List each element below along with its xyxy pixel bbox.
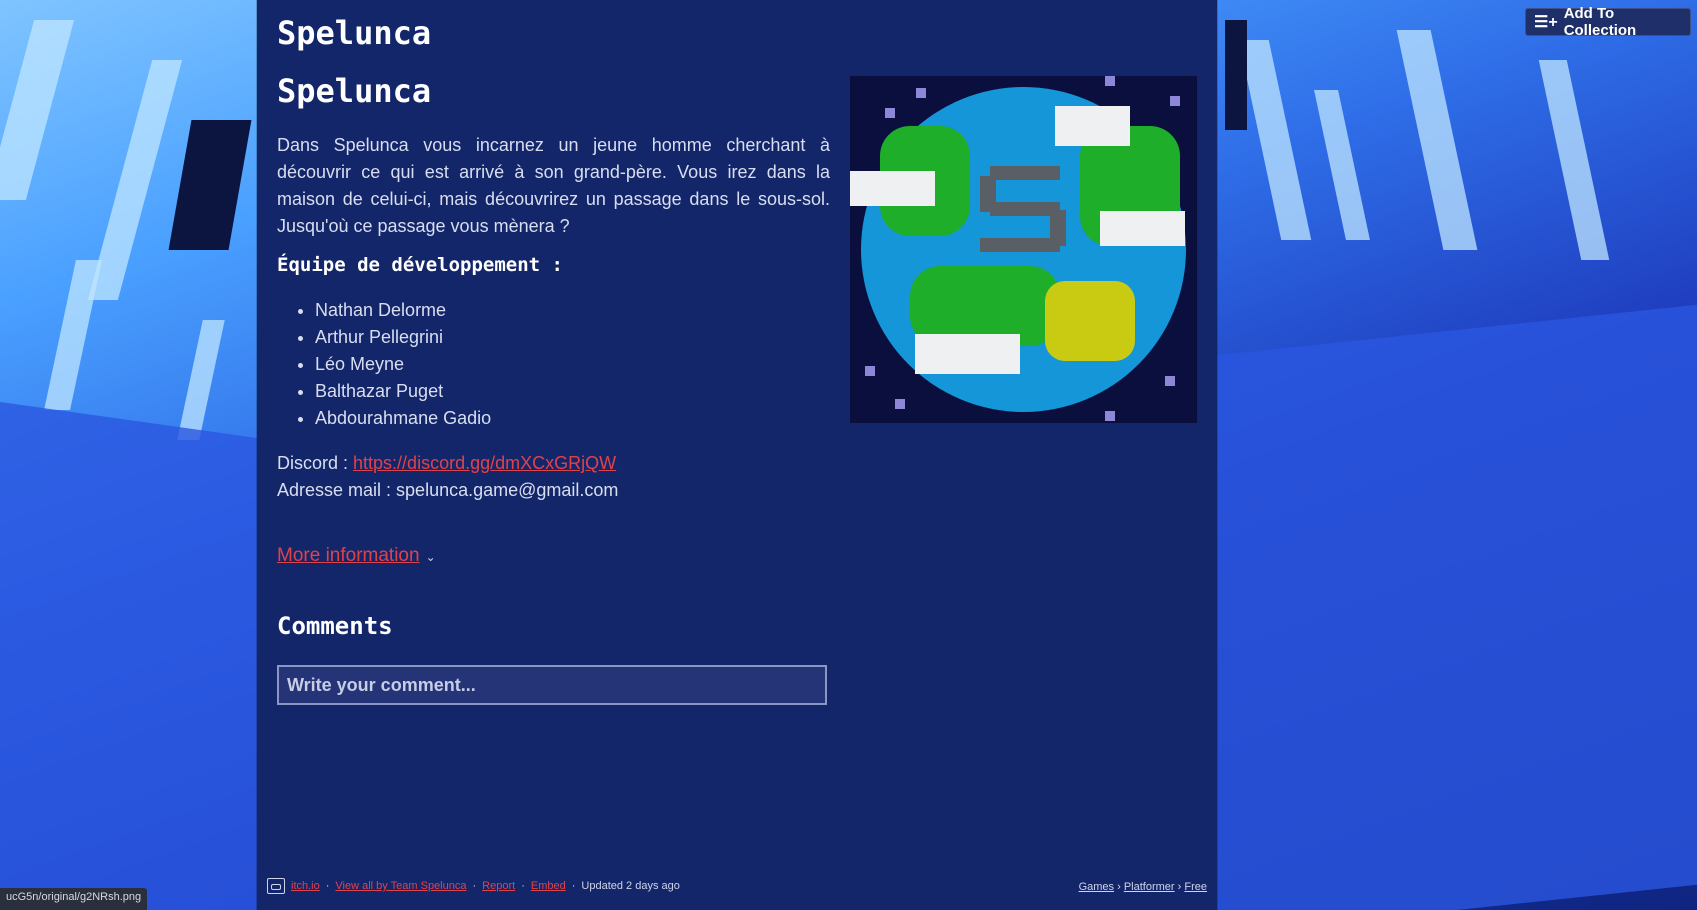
email-label: Adresse mail : xyxy=(277,480,397,500)
game-cover-image xyxy=(850,76,1197,423)
email-address: spelunca.game@gmail.com xyxy=(396,480,619,500)
breadcrumb-free[interactable]: Free xyxy=(1184,881,1207,893)
view-all-by-team-link[interactable]: View all by Team Spelunca xyxy=(335,880,466,892)
team-member: Abdourahmane Gadio xyxy=(315,405,491,432)
breadcrumb-games[interactable]: Games xyxy=(1079,881,1114,893)
team-member: Arthur Pellegrini xyxy=(315,324,491,351)
breadcrumb-separator: › xyxy=(1177,881,1182,893)
add-to-collection-label: Add To Collection xyxy=(1563,5,1637,39)
discord-link[interactable]: https://discord.gg/dmXCxGRjQW xyxy=(353,453,616,473)
team-member: Nathan Delorme xyxy=(315,297,491,324)
more-information-label: More information xyxy=(277,545,420,566)
description-title: Spelunca xyxy=(277,72,432,110)
updated-timestamp: Updated 2 days ago xyxy=(581,880,680,892)
footer-separator: · xyxy=(325,880,330,892)
itch-logo-icon xyxy=(267,878,285,894)
playlist-add-icon: ☰+ xyxy=(1534,14,1558,31)
page-footer: itch.io · View all by Team Spelunca · Re… xyxy=(257,878,1217,900)
team-heading: Équipe de développement : xyxy=(277,254,563,276)
contact-info: Discord : https://discord.gg/dmXCxGRjQW … xyxy=(277,450,618,504)
itch-home-link[interactable]: itch.io xyxy=(291,880,320,892)
discord-label: Discord : xyxy=(277,453,354,473)
footer-separator: · xyxy=(472,880,477,892)
breadcrumb-platformer[interactable]: Platformer xyxy=(1124,881,1175,893)
team-list: Nathan Delorme Arthur Pellegrini Léo Mey… xyxy=(277,297,491,432)
breadcrumb: Games › Platformer › Free xyxy=(1079,881,1207,893)
breadcrumb-separator: › xyxy=(1117,881,1121,893)
footer-separator: · xyxy=(521,880,525,892)
comments-heading: Comments xyxy=(277,612,393,640)
chevron-down-icon: ⌄ xyxy=(425,550,436,564)
footer-separator: · xyxy=(571,880,576,892)
game-description: Dans Spelunca vous incarnez un jeune hom… xyxy=(277,135,830,236)
add-to-collection-button[interactable]: ☰+ Add To Collection xyxy=(1525,5,1691,39)
browser-status-url: ucG5n/original/g2NRsh.png xyxy=(0,888,148,910)
team-member: Balthazar Puget xyxy=(315,378,491,405)
team-member: Léo Meyne xyxy=(315,351,491,378)
more-information-toggle[interactable]: More information ⌄ xyxy=(277,545,436,567)
game-title: Spelunca xyxy=(277,14,432,52)
s-logo-icon xyxy=(980,166,1068,252)
comment-input[interactable] xyxy=(277,665,827,705)
embed-link[interactable]: Embed xyxy=(531,880,566,892)
report-link[interactable]: Report xyxy=(482,880,515,892)
